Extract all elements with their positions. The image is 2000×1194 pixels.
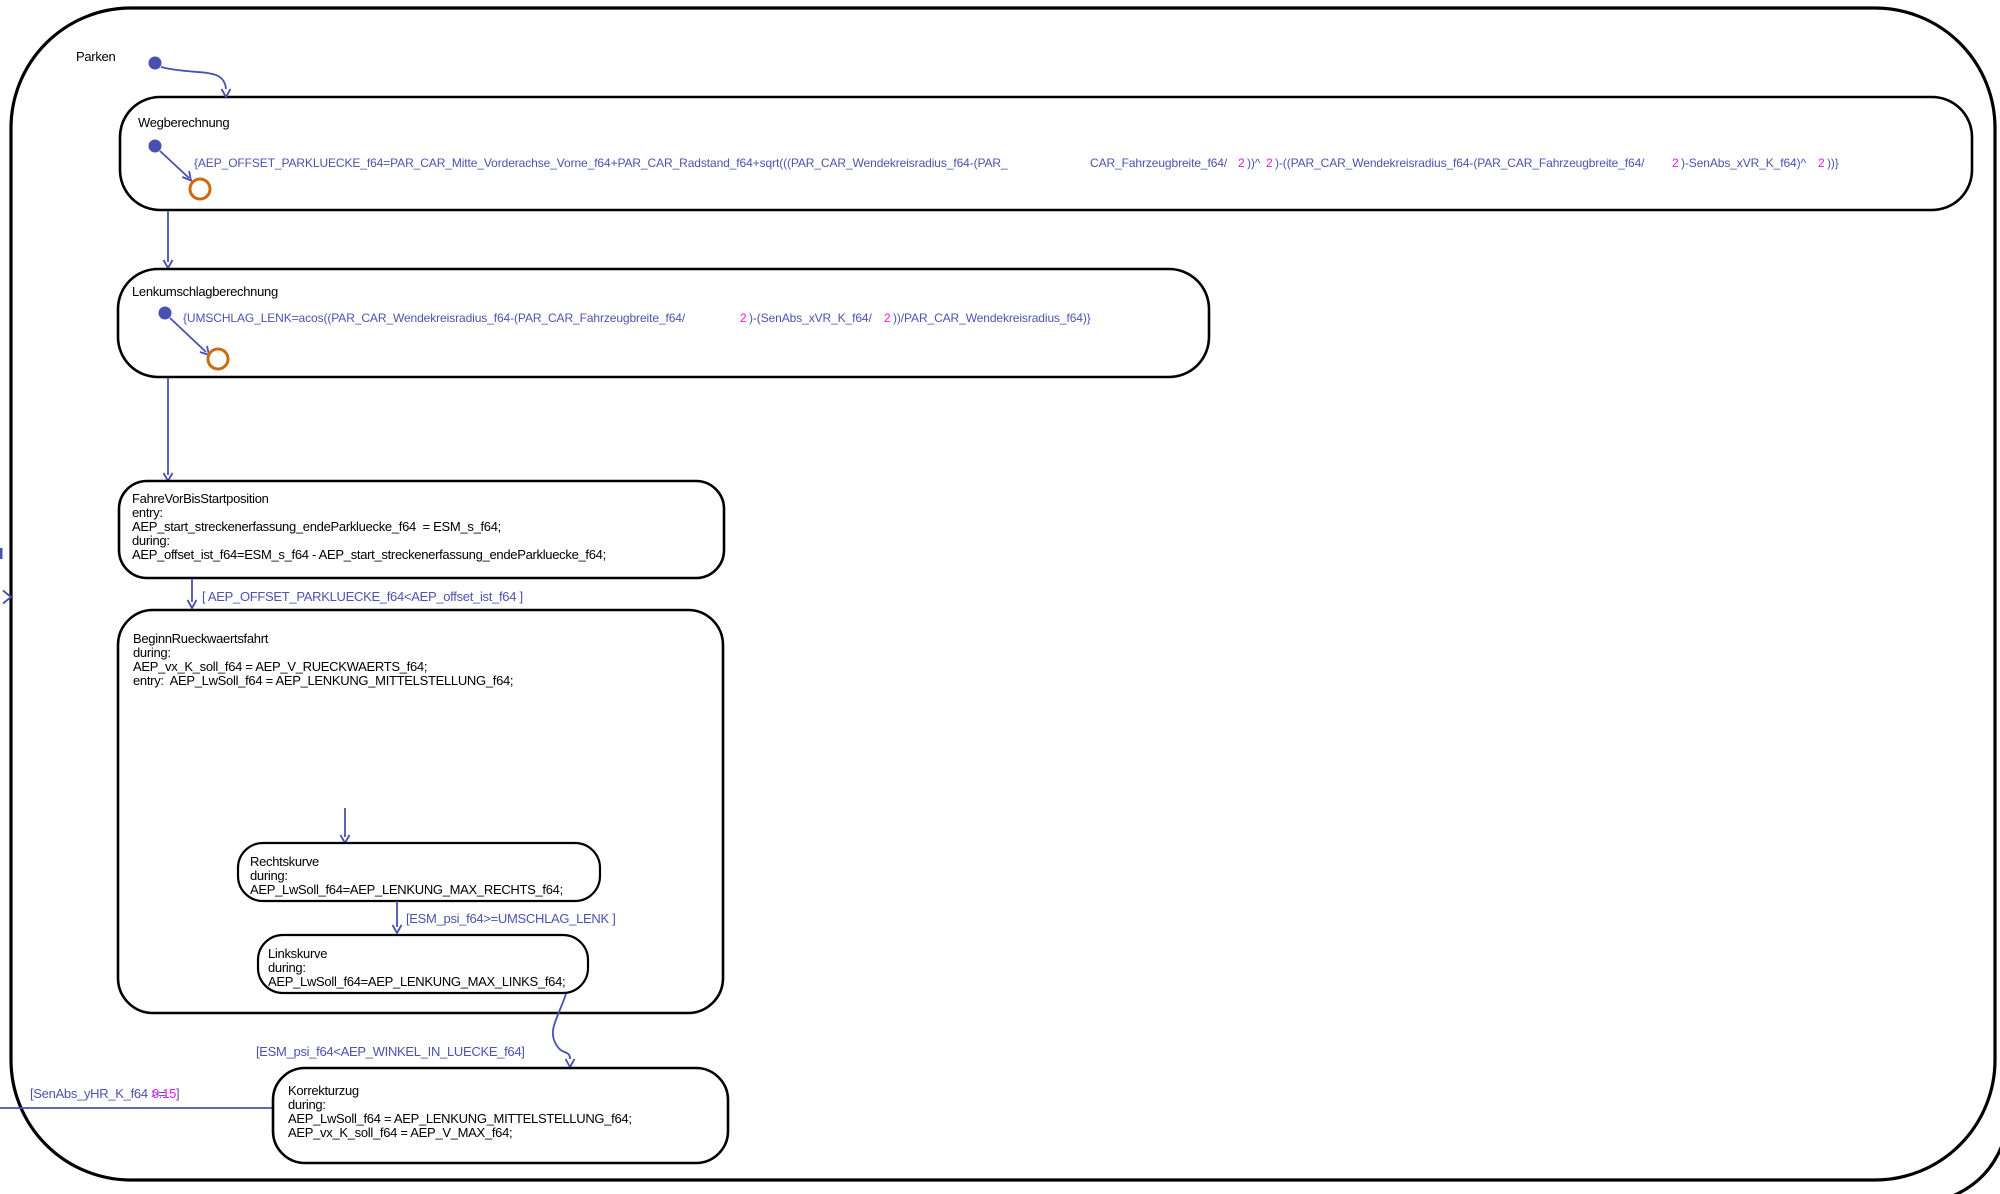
formula-segment[interactable]: )-((PAR_CAR_Wendekreisradius_f64-(PAR_CA… — [1275, 156, 1645, 170]
state-action-line[interactable]: AEP_vx_K_soll_f64 = AEP_V_MAX_f64; — [288, 1125, 512, 1140]
state-korrekturzug-label[interactable]: Korrekturzug — [288, 1083, 359, 1098]
state-action-line[interactable]: during: — [268, 960, 306, 975]
formula-segment[interactable]: )-(SenAbs_xVR_K_f64/ — [749, 311, 872, 325]
state-action-line[interactable]: during: — [288, 1097, 326, 1112]
formula-segment[interactable]: ))} — [1827, 156, 1839, 170]
state-beginnrueckwaertsfahrt-label[interactable]: BeginnRueckwaertsfahrt — [133, 631, 269, 646]
state-action-line[interactable]: AEP_LwSoll_f64=AEP_LENKUNG_MAX_RECHTS_f6… — [250, 882, 563, 897]
formula-segment[interactable]: {AEP_OFFSET_PARKLUECKE_f64=PAR_CAR_Mitte… — [194, 156, 1008, 170]
state-rechtskurve-label[interactable]: Rechtskurve — [250, 854, 319, 869]
state-beginnrueckwaertsfahrt[interactable]: BeginnRueckwaertsfahrt during: AEP_vx_K_… — [118, 610, 723, 1013]
transition-guard-value[interactable]: 0.15 — [152, 1086, 176, 1101]
formula-segment[interactable]: CAR_Fahrzeugbreite_f64/ — [1090, 156, 1228, 170]
connective-junction-icon[interactable] — [208, 349, 228, 369]
transition-guard-label[interactable]: [SenAbs_yHR_K_f64 >= — [30, 1086, 166, 1101]
formula-number[interactable]: 2 — [884, 311, 891, 325]
formula-number[interactable]: 2 — [1266, 156, 1273, 170]
state-wegberechnung[interactable]: Wegberechnung {AEP_OFFSET_PARKLUECKE_f64… — [120, 97, 1972, 210]
state-fahrevorbisstartposition[interactable]: FahreVorBisStartposition entry: AEP_star… — [119, 481, 724, 578]
lenkumschlag-formula[interactable]: {UMSCHLAG_LENK=acos((PAR_CAR_Wendekreisr… — [183, 311, 1091, 325]
default-transition-origin-dot[interactable] — [149, 140, 162, 153]
state-action-line[interactable]: AEP_vx_K_soll_f64 = AEP_V_RUECKWAERTS_f6… — [133, 659, 427, 674]
state-lenkumschlagberechnung-label[interactable]: Lenkumschlagberechnung — [132, 284, 278, 299]
formula-number[interactable]: 2 — [1672, 156, 1679, 170]
state-action-line[interactable]: AEP_start_streckenerfassung_endeParkluec… — [132, 519, 501, 534]
state-korrekturzug[interactable]: Korrekturzug during: AEP_LwSoll_f64 = AE… — [273, 1068, 728, 1163]
state-action-line[interactable]: during: — [132, 533, 170, 548]
transition-guard-label[interactable]: ] — [176, 1086, 179, 1101]
transition-into-parken-left[interactable] — [0, 548, 11, 604]
state-parken-label[interactable]: Parken — [76, 49, 115, 64]
formula-segment[interactable]: ))^ — [1247, 156, 1261, 170]
state-lenkumschlagberechnung[interactable]: Lenkumschlagberechnung {UMSCHLAG_LENK=ac… — [118, 269, 1209, 377]
transition-guard-label[interactable]: [ AEP_OFFSET_PARKLUECKE_f64<AEP_offset_i… — [202, 589, 523, 604]
state-linkskurve-label[interactable]: Linkskurve — [268, 946, 327, 961]
stateflow-canvas[interactable]: Parken Wegberechnung {AEP_OFFSET_PARKLUE… — [0, 0, 2000, 1194]
formula-segment[interactable]: )-SenAbs_xVR_K_f64)^ — [1681, 156, 1806, 170]
state-wegberechnung-label[interactable]: Wegberechnung — [138, 115, 229, 130]
default-transition-origin-dot[interactable] — [149, 57, 162, 70]
transition-guard-label[interactable]: [ESM_psi_f64>=UMSCHLAG_LENK ] — [406, 911, 616, 926]
formula-number[interactable]: 2 — [1238, 156, 1245, 170]
state-action-line[interactable]: entry: AEP_LwSoll_f64 = AEP_LENKUNG_MITT… — [133, 673, 513, 688]
clipped-label-fragment — [0, 548, 3, 559]
state-rechtskurve[interactable]: Rechtskurve during: AEP_LwSoll_f64=AEP_L… — [238, 843, 600, 901]
formula-number[interactable]: 2 — [740, 311, 747, 325]
state-wegberechnung-box[interactable] — [120, 97, 1972, 210]
state-action-line[interactable]: entry: — [132, 505, 163, 520]
formula-segment[interactable]: {UMSCHLAG_LENK=acos((PAR_CAR_Wendekreisr… — [183, 311, 686, 325]
state-linkskurve[interactable]: Linkskurve during: AEP_LwSoll_f64=AEP_LE… — [258, 935, 588, 993]
state-action-line[interactable]: during: — [133, 645, 171, 660]
state-fahrevorbisstartposition-label[interactable]: FahreVorBisStartposition — [132, 491, 269, 506]
state-action-line[interactable]: during: — [250, 868, 288, 883]
transition-guard-label[interactable]: [ESM_psi_f64<AEP_WINKEL_IN_LUECKE_f64] — [256, 1044, 525, 1059]
formula-segment[interactable]: ))/PAR_CAR_Wendekreisradius_f64)} — [893, 311, 1091, 325]
state-action-line[interactable]: AEP_offset_ist_f64=ESM_s_f64 - AEP_start… — [132, 547, 606, 562]
default-transition-origin-dot[interactable] — [159, 307, 172, 320]
state-action-line[interactable]: AEP_LwSoll_f64=AEP_LENKUNG_MAX_LINKS_f64… — [268, 974, 565, 989]
state-action-line[interactable]: AEP_LwSoll_f64 = AEP_LENKUNG_MITTELSTELL… — [288, 1111, 632, 1126]
formula-number[interactable]: 2 — [1818, 156, 1825, 170]
connective-junction-icon[interactable] — [190, 179, 210, 199]
